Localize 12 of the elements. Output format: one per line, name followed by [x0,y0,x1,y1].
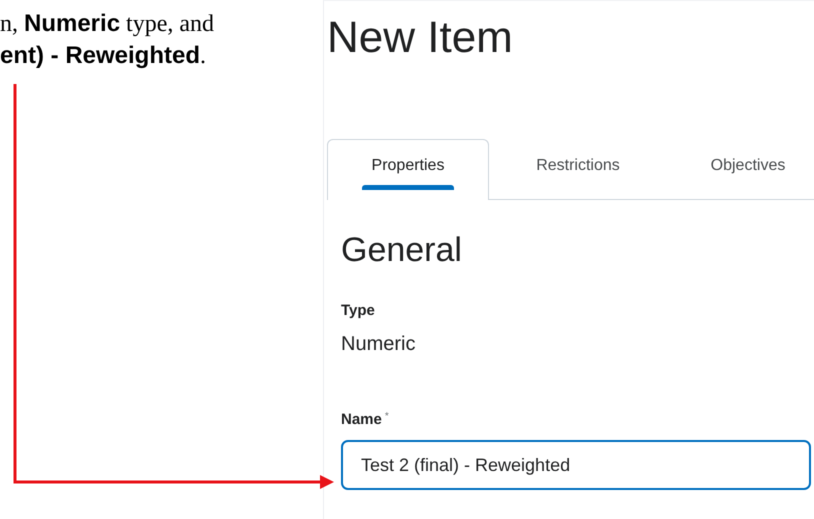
tab[interactable]: Properties [327,139,489,200]
name-field[interactable]: Test 2 (final) - Reweighted [341,440,811,490]
field-label: Name [341,411,382,428]
section-title: General [341,230,463,271]
tab[interactable]: Objectives [667,139,795,199]
required-mark: * [384,411,389,424]
instruction-text: n, Numeric type, and [0,9,216,39]
tab[interactable]: Restrictions [497,139,659,199]
field-value: Numeric [341,333,416,356]
field-label: Type [341,302,375,319]
instruction-text: ent) - Reweighted. [0,41,208,71]
page-title: New Item [327,12,514,64]
